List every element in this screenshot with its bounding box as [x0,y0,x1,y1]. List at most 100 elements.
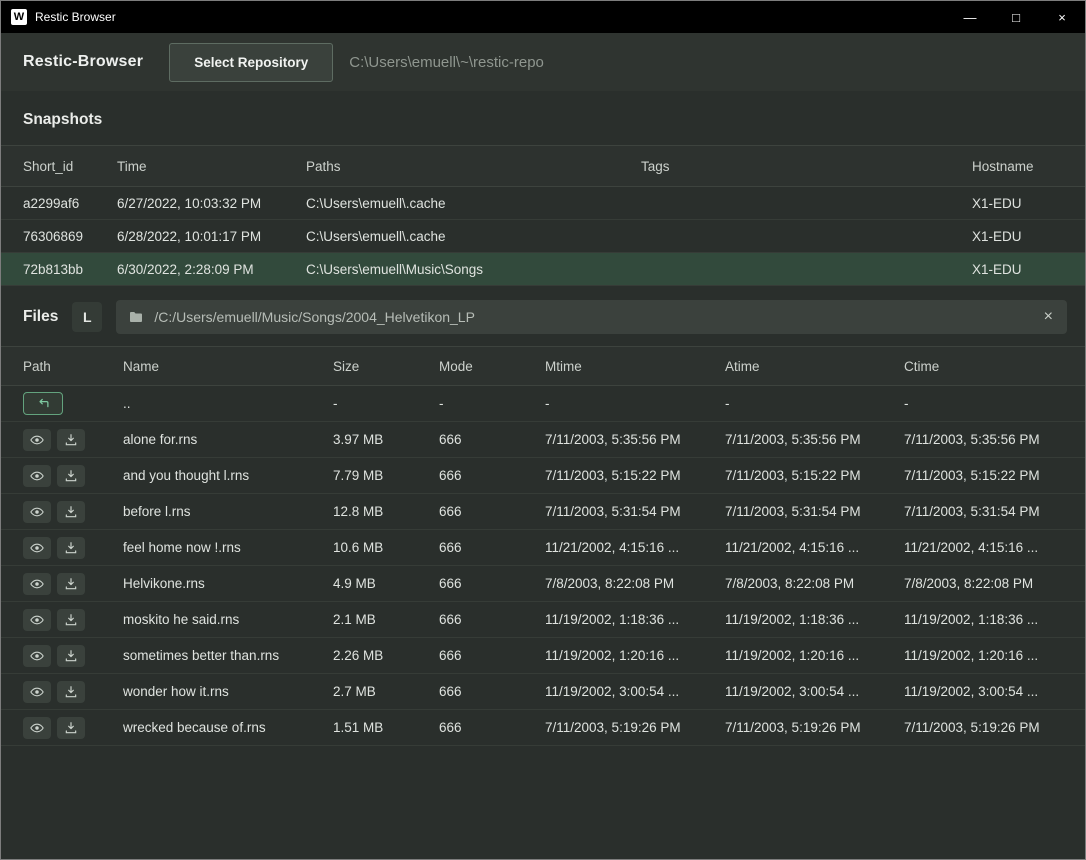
download-file-button[interactable] [57,573,85,595]
column-header-paths: Paths [306,159,641,174]
file-mtime: - [545,396,725,411]
file-actions [23,573,123,595]
file-size: 1.51 MB [333,720,439,735]
snapshot-hostname: X1-EDU [972,229,1069,244]
file-mtime: 7/11/2003, 5:35:56 PM [545,432,725,447]
snapshot-short-id: a2299af6 [23,196,117,211]
file-ctime: 7/8/2003, 8:22:08 PM [904,576,1069,591]
tree-toggle-button[interactable]: L [72,302,102,332]
file-row[interactable]: alone for.rns3.97 MB6667/11/2003, 5:35:5… [1,422,1085,458]
snapshot-paths: C:\Users\emuell\.cache [306,229,641,244]
snapshot-row[interactable]: 763068696/28/2022, 10:01:17 PMC:\Users\e… [1,220,1085,253]
file-ctime: 7/11/2003, 5:31:54 PM [904,504,1069,519]
file-row[interactable]: sometimes better than.rns2.26 MB66611/19… [1,638,1085,674]
file-row[interactable]: and you thought l.rns7.79 MB6667/11/2003… [1,458,1085,494]
file-mtime: 7/11/2003, 5:31:54 PM [545,504,725,519]
download-icon [64,469,78,483]
up-left-arrow-icon [36,396,51,411]
file-mtime: 11/19/2002, 1:20:16 ... [545,648,725,663]
file-atime: - [725,396,904,411]
column-header-tags: Tags [641,159,972,174]
file-actions [23,645,123,667]
download-file-button[interactable] [57,429,85,451]
snapshot-time: 6/30/2022, 2:28:09 PM [117,262,306,277]
file-mtime: 7/11/2003, 5:15:22 PM [545,468,725,483]
snapshot-short-id: 72b813bb [23,262,117,277]
file-mode: 666 [439,720,545,735]
snapshot-short-id: 76306869 [23,229,117,244]
path-bar[interactable]: /C:/Users/emuell/Music/Songs/2004_Helvet… [116,300,1067,334]
go-to-parent-button[interactable] [23,392,63,415]
app-logo-icon: W [11,9,27,25]
close-button[interactable]: × [1039,1,1085,33]
snapshot-time: 6/27/2022, 10:03:32 PM [117,196,306,211]
column-header-short-id: Short_id [23,159,117,174]
snapshot-time: 6/28/2022, 10:01:17 PM [117,229,306,244]
download-icon [64,541,78,555]
preview-file-button[interactable] [23,537,51,559]
download-file-button[interactable] [57,465,85,487]
download-file-button[interactable] [57,609,85,631]
file-row[interactable]: before l.rns12.8 MB6667/11/2003, 5:31:54… [1,494,1085,530]
file-name: alone for.rns [123,432,333,447]
download-file-button[interactable] [57,537,85,559]
download-file-button[interactable] [57,717,85,739]
file-row[interactable]: moskito he said.rns2.1 MB66611/19/2002, … [1,602,1085,638]
snapshot-row[interactable]: 72b813bb6/30/2022, 2:28:09 PMC:\Users\em… [1,253,1085,286]
toolbar: Restic-Browser Select Repository C:\User… [1,33,1085,91]
column-header-atime: Atime [725,359,904,374]
file-mode: 666 [439,612,545,627]
file-mode: 666 [439,684,545,699]
file-size: 12.8 MB [333,504,439,519]
file-name: sometimes better than.rns [123,648,333,663]
download-file-button[interactable] [57,501,85,523]
snapshot-row[interactable]: a2299af66/27/2022, 10:03:32 PMC:\Users\e… [1,187,1085,220]
file-ctime: 7/11/2003, 5:35:56 PM [904,432,1069,447]
file-ctime: 7/11/2003, 5:19:26 PM [904,720,1069,735]
maximize-button[interactable]: □ [993,1,1039,33]
titlebar: W Restic Browser — □ × [1,1,1085,33]
file-ctime: 11/21/2002, 4:15:16 ... [904,540,1069,555]
file-row[interactable]: feel home now !.rns10.6 MB66611/21/2002,… [1,530,1085,566]
eye-icon [30,469,44,483]
preview-file-button[interactable] [23,717,51,739]
file-ctime: 11/19/2002, 3:00:54 ... [904,684,1069,699]
file-row[interactable]: wonder how it.rns2.7 MB66611/19/2002, 3:… [1,674,1085,710]
preview-file-button[interactable] [23,465,51,487]
file-mtime: 7/8/2003, 8:22:08 PM [545,576,725,591]
file-size: 4.9 MB [333,576,439,591]
file-atime: 7/11/2003, 5:19:26 PM [725,720,904,735]
preview-file-button[interactable] [23,681,51,703]
minimize-button[interactable]: — [947,1,993,33]
preview-file-button[interactable] [23,609,51,631]
window-title: Restic Browser [35,10,116,24]
preview-file-button[interactable] [23,429,51,451]
snapshots-table-body: a2299af66/27/2022, 10:03:32 PM C:\Users\e… [1,187,1085,286]
file-atime: 11/19/2002, 1:20:16 ... [725,648,904,663]
download-icon [64,433,78,447]
file-mode: 666 [439,576,545,591]
preview-file-button[interactable] [23,501,51,523]
column-header-time: Time [117,159,306,174]
clear-path-button[interactable]: × [1042,308,1055,326]
parent-directory-row[interactable]: .. - - - - - [1,386,1085,422]
preview-file-button[interactable] [23,573,51,595]
file-atime: 7/8/2003, 8:22:08 PM [725,576,904,591]
column-header-size: Size [333,359,439,374]
file-atime: 7/11/2003, 5:31:54 PM [725,504,904,519]
download-file-button[interactable] [57,681,85,703]
eye-icon [30,685,44,699]
file-row[interactable]: Helvikone.rns4.9 MB6667/8/2003, 8:22:08 … [1,566,1085,602]
file-row[interactable]: wrecked because of.rns1.51 MB6667/11/200… [1,710,1085,746]
download-icon [64,505,78,519]
preview-file-button[interactable] [23,645,51,667]
file-mode: 666 [439,540,545,555]
column-header-ctime: Ctime [904,359,1069,374]
file-mode: 666 [439,504,545,519]
file-actions [23,501,123,523]
select-repository-button[interactable]: Select Repository [169,43,333,82]
eye-icon [30,541,44,555]
column-header-hostname: Hostname [972,159,1069,174]
repository-path: C:\Users\emuell\~\restic-repo [349,54,544,71]
download-file-button[interactable] [57,645,85,667]
